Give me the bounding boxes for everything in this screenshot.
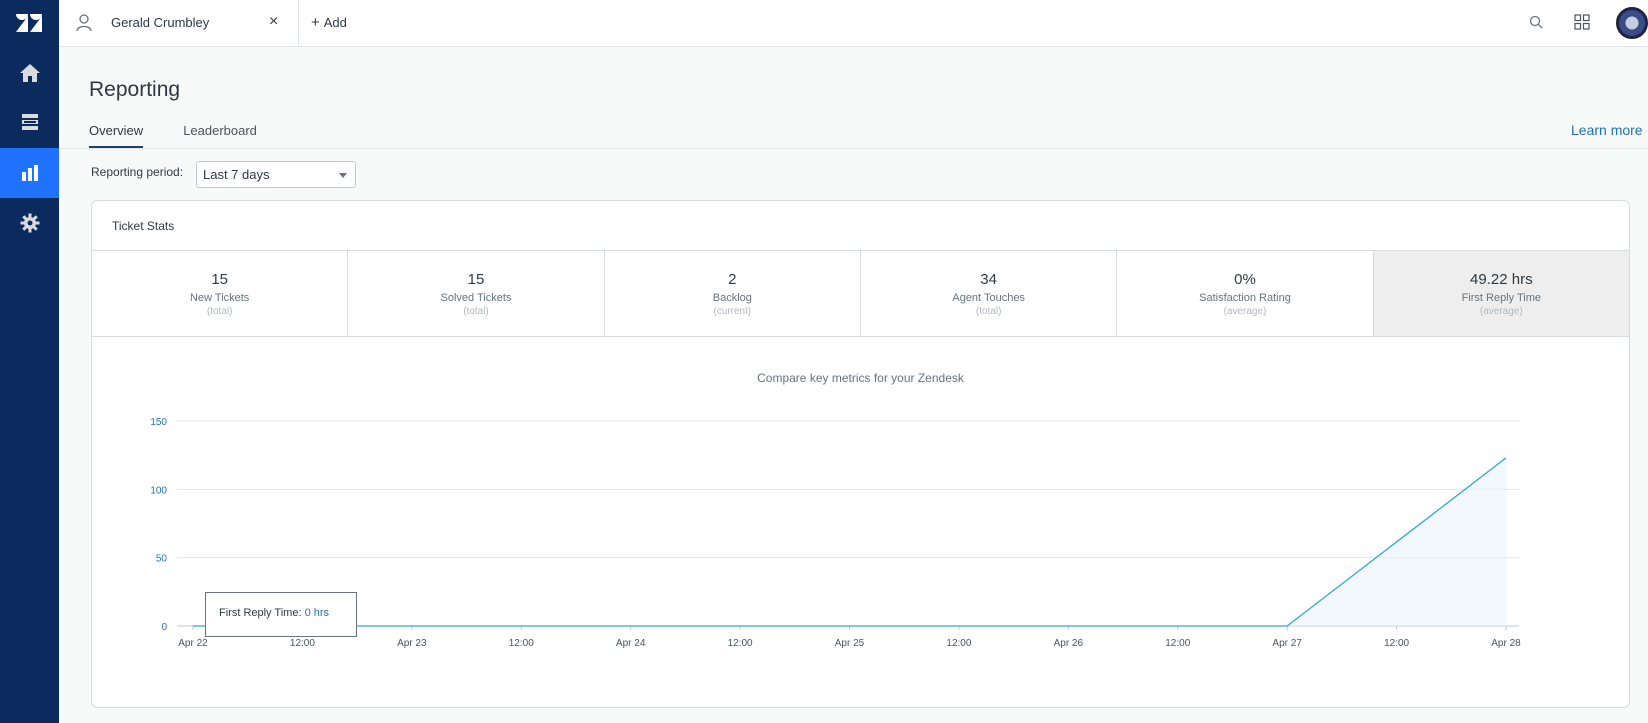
user-tab-name: Gerald Crumbley bbox=[111, 15, 210, 30]
settings-icon[interactable] bbox=[0, 198, 59, 248]
x-tick-label: Apr 24 bbox=[616, 638, 646, 649]
reporting-period-label: Reporting period: bbox=[91, 165, 184, 179]
left-nav bbox=[0, 0, 59, 723]
x-tick-label: Apr 28 bbox=[1491, 638, 1521, 649]
x-tick-label: 12:00 bbox=[290, 638, 315, 649]
plus-icon: + bbox=[311, 14, 320, 31]
user-icon bbox=[76, 14, 92, 37]
views-icon[interactable] bbox=[0, 97, 59, 147]
chart-tooltip: First Reply Time: 0 hrs bbox=[205, 592, 357, 637]
search-icon[interactable] bbox=[1529, 15, 1543, 34]
x-tick-label: Apr 25 bbox=[835, 638, 865, 649]
avatar[interactable] bbox=[1616, 7, 1648, 39]
page-title: Reporting bbox=[89, 78, 181, 101]
series-line bbox=[193, 457, 1507, 627]
x-tick-label: 12:00 bbox=[1384, 638, 1409, 649]
tabs-divider bbox=[59, 148, 1648, 149]
close-icon[interactable]: × bbox=[269, 13, 278, 31]
tooltip-value: 0 hrs bbox=[304, 607, 330, 619]
reporting-period-select[interactable]: Last 7 days bbox=[196, 161, 356, 188]
x-tick-label: Apr 23 bbox=[397, 638, 427, 649]
learn-more-link[interactable]: Learn more bbox=[1571, 122, 1643, 138]
home-icon[interactable] bbox=[0, 48, 59, 98]
tooltip-label: First Reply Time: bbox=[219, 607, 302, 619]
add-label: Add bbox=[323, 15, 347, 30]
chevron-down-icon bbox=[339, 173, 347, 178]
reporting-period-value: Last 7 days bbox=[203, 167, 270, 182]
y-tick-label: 50 bbox=[156, 554, 168, 565]
reporting-icon[interactable] bbox=[0, 148, 59, 198]
x-tick-label: 12:00 bbox=[946, 638, 971, 649]
tab-user[interactable]: Gerald Crumbley × bbox=[59, 0, 299, 47]
ticket-stats-card: Ticket Stats 15 New Tickets (total) 15 S… bbox=[91, 200, 1630, 708]
top-bar: Gerald Crumbley × + Add bbox=[59, 0, 1648, 47]
logo-icon[interactable] bbox=[14, 10, 44, 36]
add-button[interactable]: + Add bbox=[311, 15, 347, 30]
x-tick-label: 12:00 bbox=[1165, 638, 1190, 649]
x-tick-label: Apr 22 bbox=[178, 638, 208, 649]
x-tick-label: 12:00 bbox=[509, 638, 534, 649]
y-tick-label: 100 bbox=[150, 485, 167, 496]
apps-grid-icon[interactable] bbox=[1574, 14, 1590, 35]
reporting-tabs: Overview Leaderboard bbox=[89, 123, 297, 149]
x-tick-label: 12:00 bbox=[728, 638, 753, 649]
x-tick-label: Apr 27 bbox=[1272, 638, 1302, 649]
y-tick-label: 0 bbox=[161, 622, 167, 633]
tab-leaderboard[interactable]: Leaderboard bbox=[183, 123, 257, 149]
series-area bbox=[193, 457, 1506, 626]
tab-overview[interactable]: Overview bbox=[89, 123, 144, 149]
x-tick-label: Apr 26 bbox=[1054, 638, 1084, 649]
y-tick-label: 150 bbox=[150, 417, 167, 428]
